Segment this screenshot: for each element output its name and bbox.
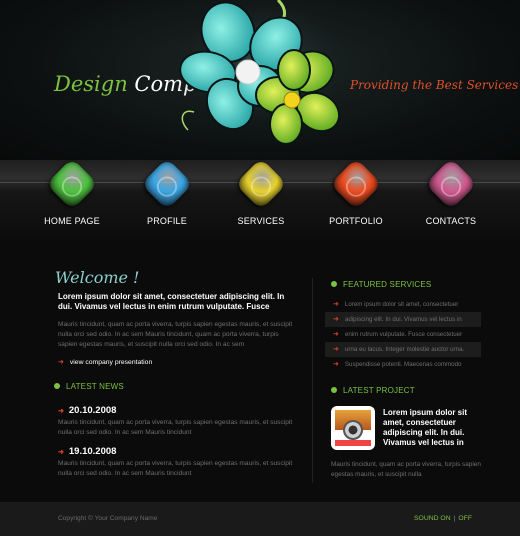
nav-home-page[interactable]: HOME PAGE	[27, 157, 117, 240]
arrow-icon: ➜	[58, 408, 64, 415]
nav-portfolio[interactable]: PORTFOLIO	[311, 157, 401, 240]
logo-design-text: Design	[54, 72, 128, 96]
separator: |	[453, 515, 456, 522]
latest-project-label: LATEST PROJECT	[343, 386, 415, 395]
arrow-icon: ➜	[333, 331, 339, 338]
nav-contacts-label: CONTACTS	[425, 216, 477, 226]
news-text: Mauris tincidunt, quam ac porta viverra,…	[58, 419, 293, 436]
header: Design Company	[0, 0, 520, 160]
arrow-icon: ➜	[333, 361, 339, 368]
nav-home-page-label: HOME PAGE	[44, 216, 100, 226]
column-divider	[312, 278, 313, 483]
project-title: Lorem ipsum dolor sit amet, consectetuer…	[383, 408, 468, 447]
welcome-heading: Welcome !	[55, 268, 140, 287]
arrow-icon: ➜	[333, 346, 339, 353]
portfolio-icon	[329, 157, 383, 211]
project-thumbnail[interactable]	[331, 406, 375, 450]
news-date: 20.10.2008	[68, 405, 117, 416]
home-icon	[45, 157, 99, 211]
service-item[interactable]: ➜ urna eu lacus. Integer molestie auctor …	[325, 342, 481, 357]
sound-toggle: SOUND ON | OFF	[414, 515, 472, 522]
nav-profile[interactable]: PROFILE	[122, 157, 212, 240]
welcome-text: Mauris tincidunt, quam ac porta viverra,…	[58, 321, 293, 348]
view-presentation-link[interactable]: ➜ view company presentation	[58, 358, 152, 366]
news-text: Mauris tincidunt, quam ac porta viverra,…	[58, 460, 293, 477]
nav-portfolio-label: PORTFOLIO	[329, 216, 383, 226]
footer: Copyright © Your Company Name SOUND ON | O…	[0, 502, 520, 536]
featured-services-list: ➜ Lorem ipsum dolor sit amet, consectetue…	[325, 297, 481, 372]
nav-profile-label: PROFILE	[147, 216, 187, 226]
bullet-icon	[331, 387, 337, 393]
nav-contacts[interactable]: CONTACTS	[406, 157, 496, 240]
speaker-icon	[343, 420, 363, 440]
service-item-label: adipiscing elit. In dui. Vivamus vel lec…	[344, 316, 462, 323]
news-date-link[interactable]: ➜ 19.10.2008	[58, 446, 116, 457]
featured-services-heading: FEATURED SERVICES	[331, 280, 431, 289]
arrow-icon: ➜	[333, 316, 339, 323]
contacts-icon	[424, 157, 478, 211]
service-item-label: urna eu lacus. Integer molestie auctor u…	[344, 346, 465, 353]
sound-on-button[interactable]: SOUND ON	[414, 515, 451, 522]
services-icon	[234, 157, 288, 211]
sound-off-button[interactable]: OFF	[458, 515, 472, 522]
news-date: 19.10.2008	[68, 446, 117, 457]
latest-news-label: LATEST NEWS	[66, 382, 124, 391]
bullet-icon	[331, 281, 337, 287]
arrow-icon: ➜	[58, 449, 64, 456]
project-text: Mauris tincidunt, quam ac porta viverra,…	[331, 461, 481, 478]
latest-project-heading: LATEST PROJECT	[331, 386, 415, 395]
latest-news-heading: LATEST NEWS	[54, 382, 124, 391]
news-date-link[interactable]: ➜ 20.10.2008	[58, 405, 116, 416]
bullet-icon	[54, 383, 60, 389]
profile-icon	[140, 157, 194, 211]
service-item-label: enim rutrum vulputate. Fusce consectetue…	[344, 331, 463, 338]
service-item[interactable]: ➜ Lorem ipsum dolor sit amet, consectetue…	[325, 297, 481, 312]
service-item[interactable]: ➜ Suspendisse potenti. Maecenas commodo	[325, 357, 481, 372]
featured-services-label: FEATURED SERVICES	[343, 280, 432, 289]
thumbnail-graphic	[335, 440, 371, 446]
tagline: Providing the Best Services	[350, 78, 519, 92]
arrow-icon: ➜	[58, 359, 64, 366]
service-item-label: Suspendisse potenti. Maecenas commodo	[344, 361, 462, 368]
welcome-intro: Lorem ipsum dolor sit amet, consectetuer…	[58, 292, 285, 311]
view-presentation-label: view company presentation	[69, 359, 153, 366]
nav-services-label: SERVICES	[237, 216, 285, 226]
service-item[interactable]: ➜ enim rutrum vulputate. Fusce consectetu…	[325, 327, 481, 342]
service-item[interactable]: ➜ adipiscing elit. In dui. Vivamus vel le…	[325, 312, 481, 327]
flower-illustration	[168, 0, 358, 145]
nav-services[interactable]: SERVICES	[216, 157, 306, 240]
main-navigation: HOME PAGE PROFILE SERVICES PORTFOLIO CON…	[0, 157, 520, 240]
service-item-label: Lorem ipsum dolor sit amet, consectetuer	[344, 301, 459, 308]
copyright: Copyright © Your Company Name	[58, 515, 158, 522]
arrow-icon: ➜	[333, 301, 339, 308]
